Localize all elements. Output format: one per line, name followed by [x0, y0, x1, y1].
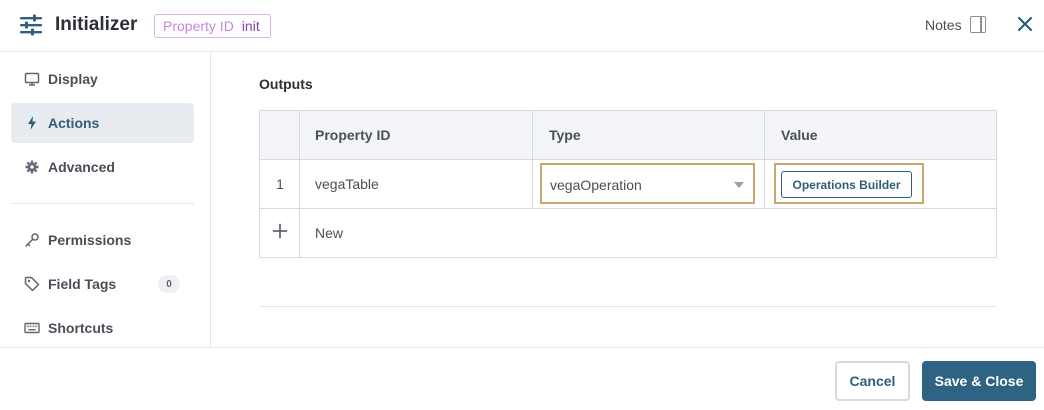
- modal-title: Initializer: [55, 14, 138, 35]
- cancel-button[interactable]: Cancel: [835, 361, 910, 401]
- keyboard-icon: [24, 320, 40, 336]
- sidebar-item-display[interactable]: Display: [11, 59, 194, 99]
- property-id-value: init: [241, 18, 260, 34]
- property-id-cell[interactable]: vegaTable: [315, 176, 379, 192]
- gear-icon: [24, 159, 40, 175]
- panel-icon: [969, 16, 986, 33]
- table-header-row: Property ID Type Value: [260, 111, 996, 160]
- property-id-badge: Property ID init: [154, 14, 271, 38]
- sidebar-item-label: Display: [48, 71, 98, 87]
- sidebar-item-actions[interactable]: Actions: [11, 103, 194, 143]
- sidebar-item-label: Permissions: [48, 232, 132, 248]
- column-header-type: Type: [549, 127, 581, 143]
- chevron-down-icon: [734, 182, 744, 188]
- new-row[interactable]: New: [260, 209, 996, 257]
- sidebar-item-label: Advanced: [48, 159, 115, 175]
- column-divider: [532, 111, 533, 209]
- type-select-value: vegaOperation: [550, 177, 642, 193]
- outputs-title: Outputs: [259, 76, 313, 92]
- lightning-icon: [24, 115, 40, 131]
- sidebar-item-label: Field Tags: [48, 276, 117, 292]
- table-row: 1 vegaTable vegaOperation Operations Bui…: [260, 160, 996, 209]
- row-number: 1: [276, 176, 284, 192]
- sliders-icon: [20, 14, 42, 36]
- notes-toggle[interactable]: Notes: [925, 16, 986, 33]
- sidebar-item-field-tags[interactable]: Field Tags 0: [11, 264, 194, 304]
- key-icon: [24, 232, 40, 248]
- value-cell: Operations Builder: [774, 163, 924, 204]
- property-id-label: Property ID: [163, 18, 234, 34]
- sidebar-divider: [11, 203, 194, 204]
- column-header-property-id: Property ID: [315, 127, 391, 143]
- close-icon[interactable]: [1016, 15, 1034, 33]
- sidebar-item-advanced[interactable]: Advanced: [11, 147, 194, 187]
- column-header-value: Value: [781, 127, 818, 143]
- content-divider: [259, 306, 997, 307]
- sidebar: Display Actions Advanced Permissions Fie…: [0, 52, 211, 348]
- column-divider: [299, 111, 300, 257]
- new-row-label[interactable]: New: [315, 225, 343, 241]
- plus-icon[interactable]: [272, 223, 288, 239]
- column-divider: [764, 111, 765, 209]
- modal-footer: Cancel Save & Close: [0, 347, 1044, 410]
- sidebar-item-label: Shortcuts: [48, 320, 114, 336]
- sidebar-item-permissions[interactable]: Permissions: [11, 220, 194, 260]
- monitor-icon: [24, 71, 40, 87]
- sidebar-item-label: Actions: [48, 115, 100, 131]
- save-close-button[interactable]: Save & Close: [922, 361, 1036, 401]
- notes-label: Notes: [925, 16, 962, 33]
- sidebar-item-shortcuts[interactable]: Shortcuts: [11, 308, 194, 348]
- modal-header: Initializer Property ID init Notes: [0, 0, 1044, 52]
- type-select[interactable]: vegaOperation: [540, 163, 755, 204]
- field-tags-count-badge: 0: [158, 275, 180, 293]
- outputs-table: Property ID Type Value 1 vegaTable vegaO…: [259, 110, 997, 258]
- tag-icon: [24, 276, 40, 292]
- operations-builder-button[interactable]: Operations Builder: [781, 171, 912, 198]
